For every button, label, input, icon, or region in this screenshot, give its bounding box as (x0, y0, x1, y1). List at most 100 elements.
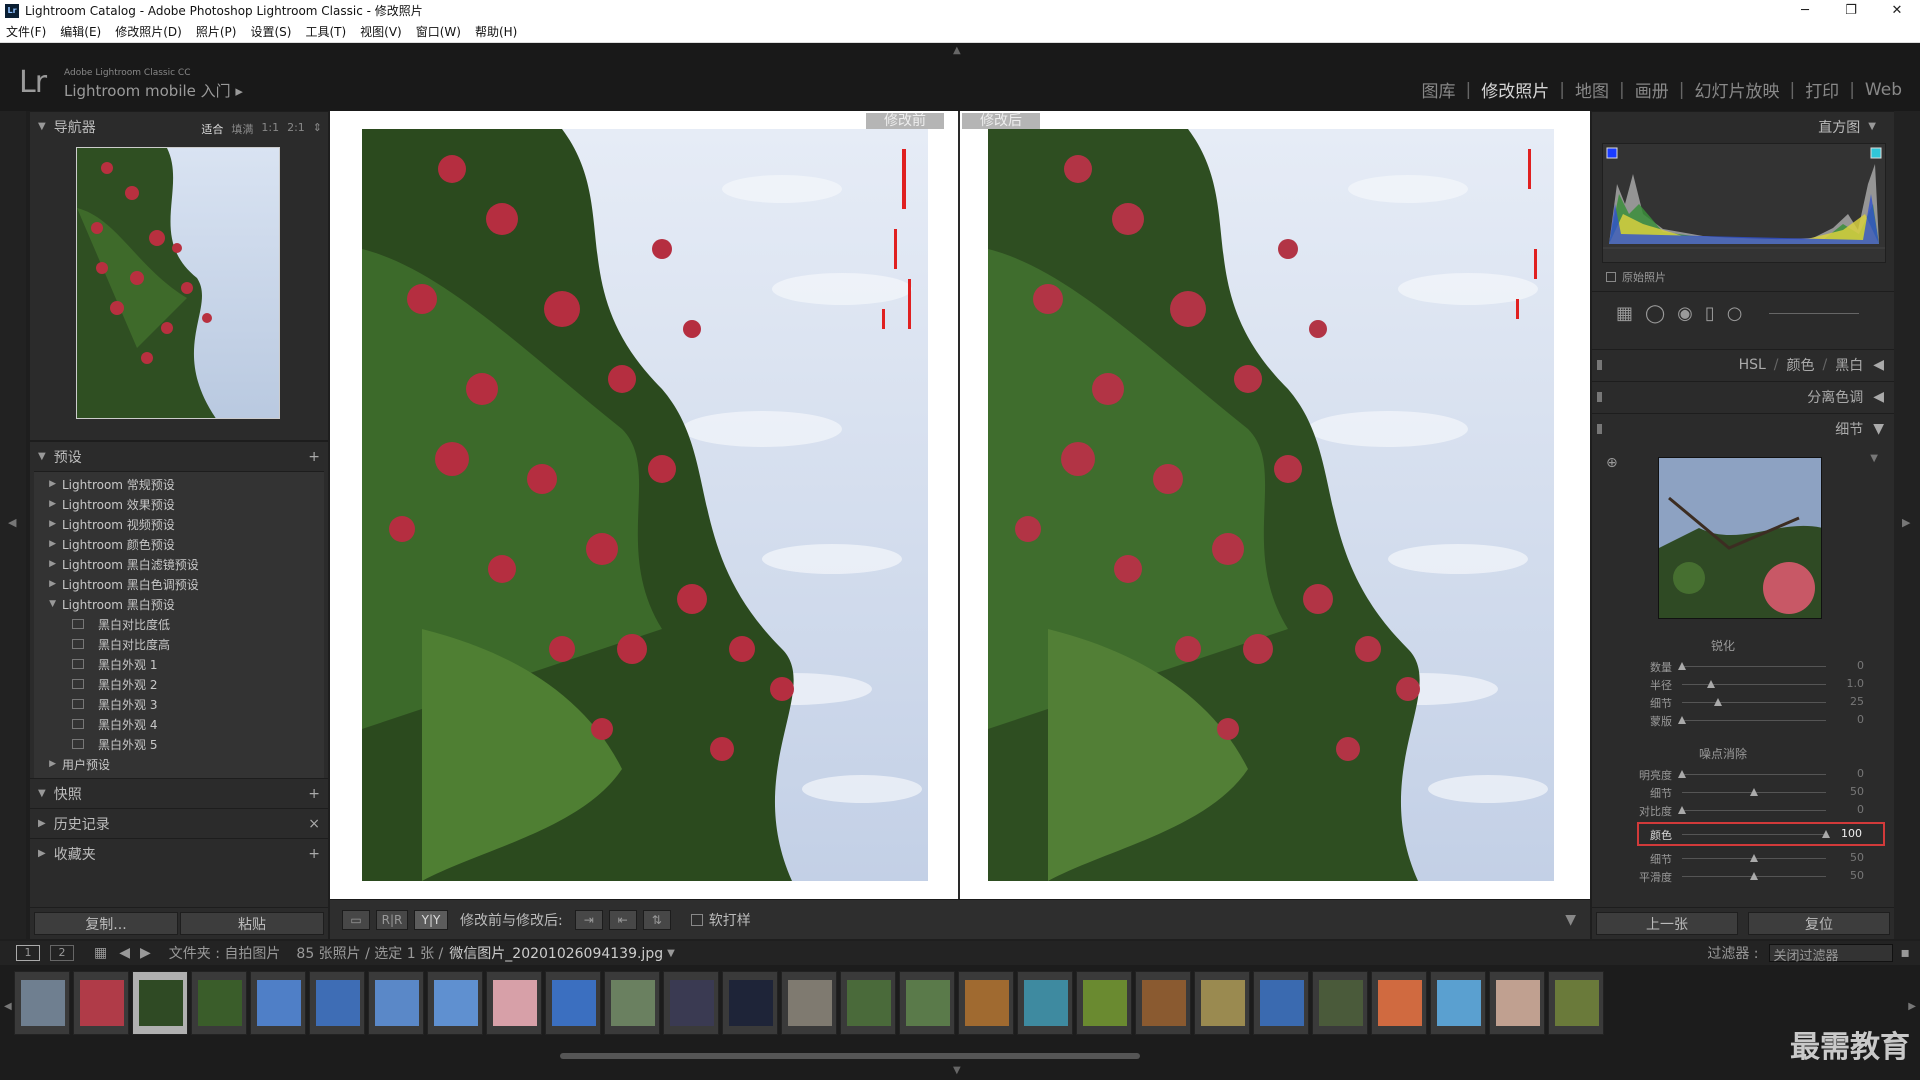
slider-knob[interactable] (1678, 806, 1686, 814)
module-develop[interactable]: 修改照片 (1481, 77, 1549, 102)
preset-group[interactable]: ▶ Lightroom 视频预设 (34, 514, 324, 534)
filmstrip-thumbnail[interactable] (1194, 971, 1250, 1035)
filmstrip-thumbnail[interactable] (427, 971, 483, 1035)
slider-row[interactable]: 细节 50 (1592, 783, 1894, 801)
filmstrip-thumbnail[interactable] (1489, 971, 1545, 1035)
slider-value[interactable]: 0 (1836, 767, 1864, 780)
copy-after-to-before-icon[interactable]: ⇤ (608, 909, 637, 930)
collapse-left-icon[interactable]: ◀ (8, 516, 16, 529)
hsl-tab[interactable]: HSL (1739, 357, 1766, 373)
menu-develop[interactable]: 修改照片(D) (115, 23, 182, 40)
slider-row[interactable]: 蒙版 0 (1592, 711, 1894, 729)
filmstrip-thumbnail[interactable] (604, 971, 660, 1035)
color-tab[interactable]: 颜色 (1787, 355, 1815, 375)
filmstrip-thumbnail[interactable] (722, 971, 778, 1035)
graduated-filter-icon[interactable]: ▯ (1705, 303, 1715, 324)
slider-knob[interactable] (1678, 716, 1686, 724)
slider-value[interactable]: 50 (1836, 851, 1864, 864)
menu-settings[interactable]: 设置(S) (250, 23, 291, 40)
slider-value[interactable]: 25 (1836, 695, 1864, 708)
slider-row[interactable]: 细节 50 (1592, 849, 1894, 867)
grid-view-icon[interactable]: ▦ (94, 945, 107, 961)
history-header[interactable]: ▶ 历史记录 × (30, 808, 328, 838)
module-web[interactable]: Web (1865, 80, 1902, 100)
slider-knob[interactable] (1678, 662, 1686, 670)
snapshots-header[interactable]: ▼ 快照 + (30, 778, 328, 808)
filmstrip-thumbnail[interactable] (1371, 971, 1427, 1035)
add-preset-icon[interactable]: + (308, 449, 320, 465)
preset-group[interactable]: ▶ Lightroom 黑白色调预设 (34, 574, 324, 594)
filmstrip-thumbnail[interactable] (1017, 971, 1073, 1035)
bw-tab[interactable]: 黑白 (1835, 355, 1863, 375)
navigator-header[interactable]: ▼ 导航器 适合 填满 1:1 2:1 ⇕ (30, 111, 328, 141)
slider-knob[interactable] (1678, 770, 1686, 778)
filmstrip-thumbnail[interactable] (1548, 971, 1604, 1035)
slider-track[interactable] (1682, 774, 1826, 775)
slider-track[interactable] (1682, 684, 1826, 685)
menu-window[interactable]: 窗口(W) (416, 23, 461, 40)
filmstrip-thumbnail[interactable] (14, 971, 70, 1035)
slider-value[interactable]: 0 (1836, 803, 1864, 816)
zoom-fill[interactable]: 填满 (231, 121, 253, 137)
spot-removal-icon[interactable]: ◯ (1645, 303, 1665, 324)
copy-button[interactable]: 复制... (34, 912, 178, 935)
back-arrow-icon[interactable]: ◀ (119, 945, 130, 961)
minimize-button[interactable]: ─ (1782, 0, 1828, 21)
preset-group[interactable]: ▼ Lightroom 黑白预设 (34, 594, 324, 614)
slider-row[interactable]: 半径 1.0 (1592, 675, 1894, 693)
slider-row[interactable]: 数量 0 (1592, 657, 1894, 675)
before-photo[interactable] (362, 129, 928, 881)
after-photo[interactable] (988, 129, 1554, 881)
preset-item[interactable]: 黑白外观 5 (34, 734, 324, 754)
filmstrip-thumbnail[interactable] (663, 971, 719, 1035)
forward-arrow-icon[interactable]: ▶ (140, 945, 151, 961)
slider-value[interactable]: 50 (1836, 869, 1864, 882)
histogram[interactable] (1602, 143, 1886, 263)
module-book[interactable]: 画册 (1635, 77, 1669, 102)
filmstrip-thumbnail[interactable] (1253, 971, 1309, 1035)
zoom-fit[interactable]: 适合 (201, 121, 223, 137)
add-collection-icon[interactable]: + (308, 846, 320, 862)
histogram-header[interactable]: 直方图 ▼ (1592, 111, 1894, 141)
presets-header[interactable]: ▼ 预设 + (30, 441, 328, 471)
zoom-stepper-icon[interactable]: ⇕ (313, 121, 322, 137)
slider-value[interactable]: 50 (1836, 785, 1864, 798)
split-toning-header[interactable]: 分离色调 ◀ (1592, 381, 1894, 411)
filter-lock-icon[interactable]: ▪ (1901, 945, 1911, 961)
filmstrip-right-icon[interactable]: ▶ (1908, 1001, 1916, 1012)
filmstrip-scrollbar[interactable] (560, 1053, 1140, 1059)
before-after-split-icon[interactable]: Y|Y (414, 909, 448, 930)
navigator-preview[interactable] (30, 141, 328, 441)
before-after-lr-icon[interactable]: R|R (376, 909, 408, 930)
previous-button[interactable]: 上一张 (1596, 912, 1738, 935)
filmstrip-thumbnail[interactable] (545, 971, 601, 1035)
filmstrip-thumbnail[interactable] (368, 971, 424, 1035)
collapse-top-icon[interactable]: ▲ (953, 45, 961, 56)
preset-group[interactable]: ▶ 用户预设 (34, 754, 324, 774)
filmstrip-thumbnail[interactable] (309, 971, 365, 1035)
module-map[interactable]: 地图 (1575, 77, 1609, 102)
copy-before-to-after-icon[interactable]: ⇥ (574, 909, 603, 930)
hsl-panel-header[interactable]: HSL / 颜色 / 黑白 ◀ (1592, 349, 1894, 379)
slider-track[interactable] (1682, 720, 1826, 721)
lightroom-mobile-link[interactable]: Lightroom mobile 入门 ▸ (64, 80, 243, 101)
detail-header[interactable]: 细节 ▼ (1592, 413, 1894, 443)
filmstrip-thumbnail[interactable] (486, 971, 542, 1035)
filmstrip-thumbnail[interactable] (132, 971, 188, 1035)
slider-row[interactable]: 明亮度 0 (1592, 765, 1894, 783)
slider-value[interactable]: 1.0 (1836, 677, 1865, 690)
crop-overlay-icon[interactable]: ▦ (1616, 303, 1633, 324)
maximize-button[interactable]: ❐ (1828, 0, 1874, 21)
filmstrip-left-icon[interactable]: ◀ (4, 1001, 12, 1012)
zoom-2-1[interactable]: 2:1 (287, 121, 305, 137)
original-photo-toggle[interactable]: 原始照片 (1606, 269, 1666, 285)
filmstrip-thumbnail[interactable] (1076, 971, 1132, 1035)
paste-button[interactable]: 粘贴 (180, 912, 324, 935)
toolbar-menu-icon[interactable]: ▼ (1565, 912, 1576, 928)
menu-photo[interactable]: 照片(P) (196, 23, 237, 40)
slider-track[interactable] (1682, 666, 1826, 667)
loupe-view-icon[interactable]: ▭ (342, 909, 370, 930)
slider-knob[interactable] (1750, 788, 1758, 796)
filmstrip-thumbnail[interactable] (781, 971, 837, 1035)
menu-help[interactable]: 帮助(H) (475, 23, 517, 40)
